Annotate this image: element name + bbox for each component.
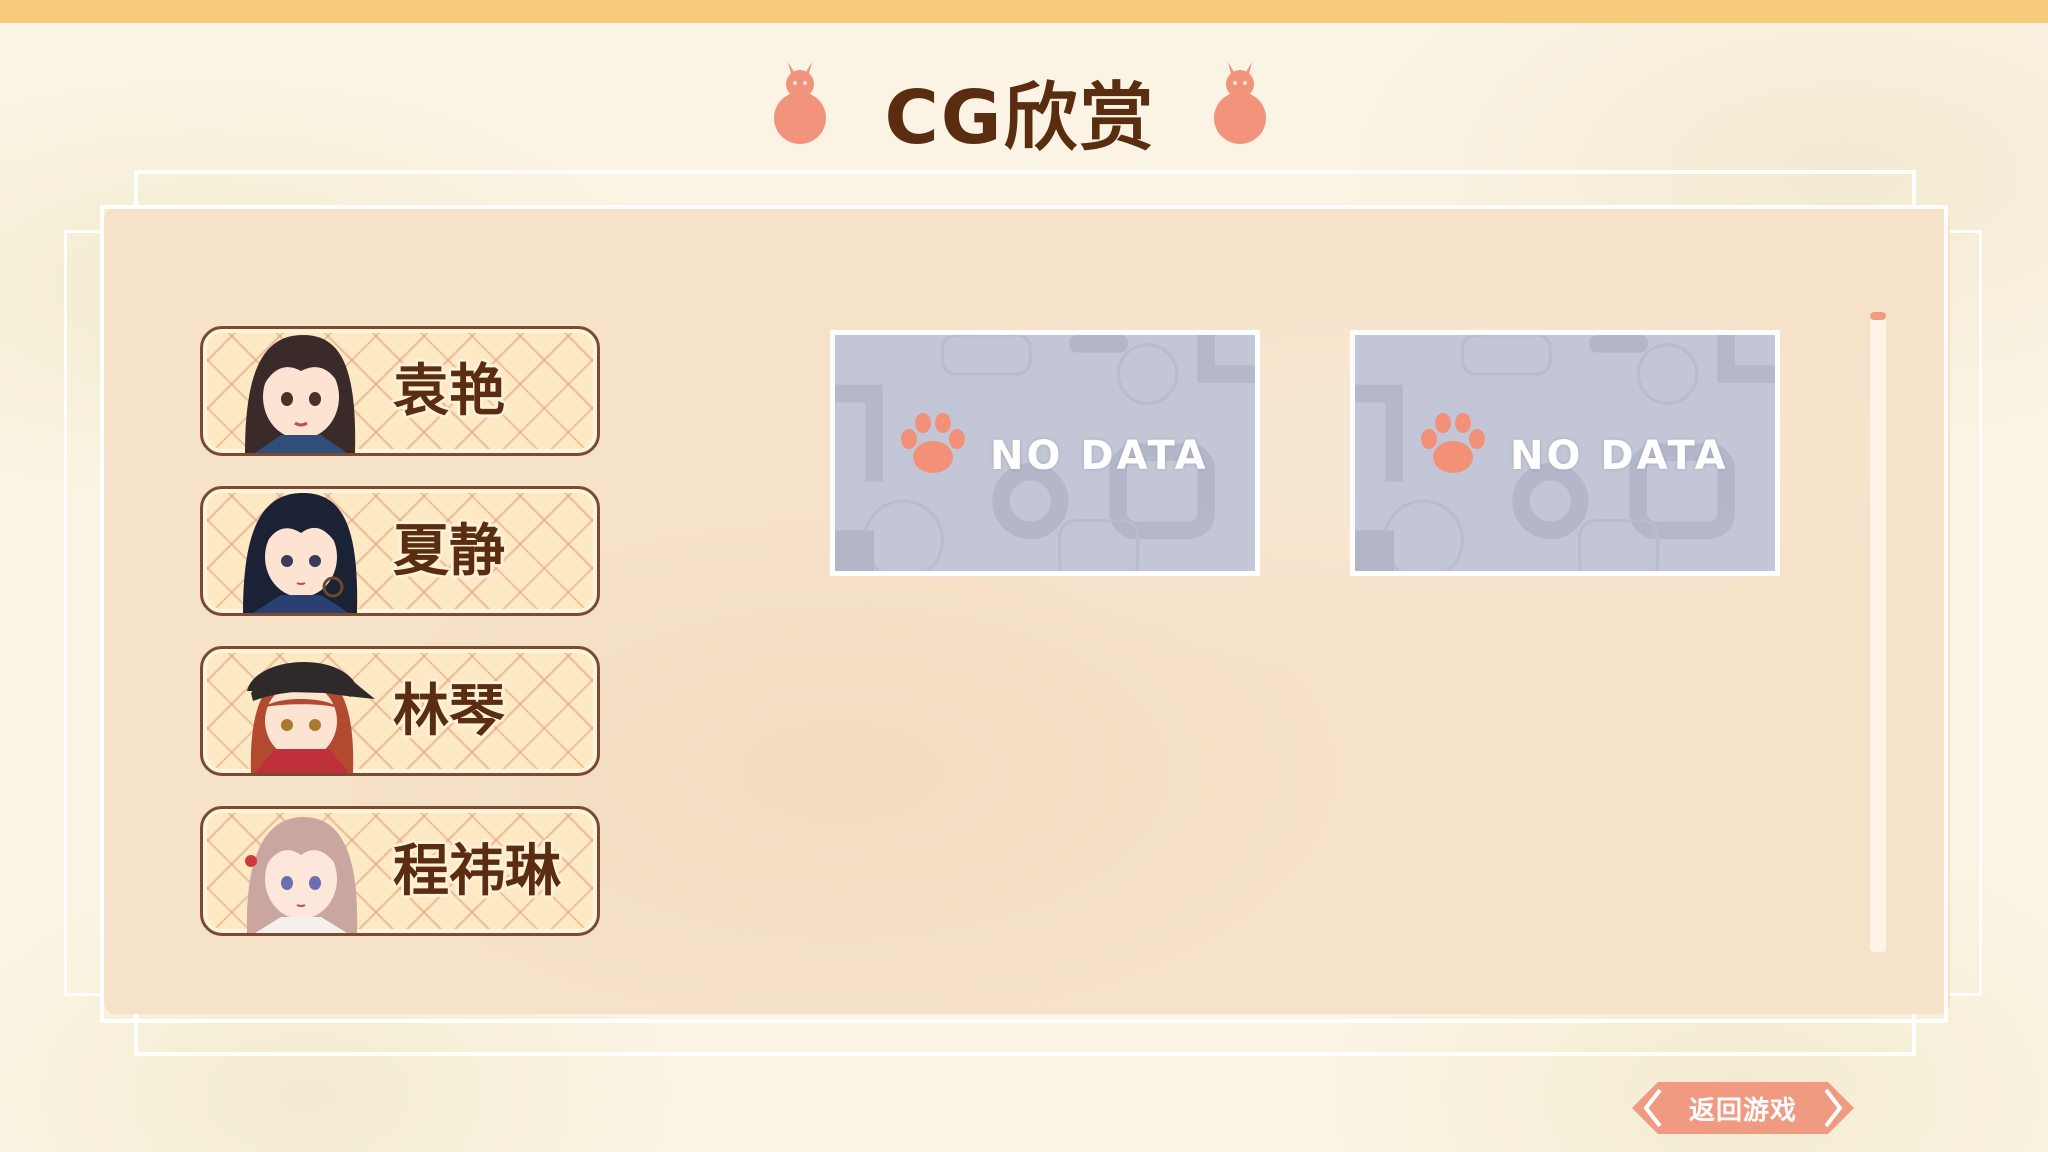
character-portrait-icon: [245, 817, 358, 933]
character-portrait-icon: [243, 493, 358, 613]
cg-slot-label: NO DATA: [990, 433, 1209, 479]
return-to-game-button[interactable]: 返回游戏: [1628, 1078, 1858, 1138]
character-button-xiajing[interactable]: 夏静: [200, 486, 600, 616]
character-name: 程祎琳: [393, 839, 561, 904]
character-name: 袁艳: [393, 359, 505, 424]
paw-icon: [901, 413, 965, 473]
scrollbar-thumb[interactable]: [1870, 312, 1886, 320]
scrollbar-track[interactable]: [1870, 312, 1886, 952]
cg-slot-label: NO DATA: [1510, 433, 1729, 479]
character-button-chengyilin[interactable]: 程祎琳: [200, 806, 600, 936]
cg-slot[interactable]: NO DATA: [830, 330, 1260, 576]
cg-slot[interactable]: NO DATA: [1350, 330, 1780, 576]
title-area: CG欣赏: [770, 48, 1270, 161]
cat-ornament-right-icon: [1214, 62, 1266, 144]
character-portrait-icon: [245, 335, 356, 453]
character-name: 林琴: [393, 679, 505, 744]
page-title: CG欣赏: [884, 75, 1156, 161]
character-portrait-icon: [247, 661, 375, 773]
paw-icon: [1421, 413, 1485, 473]
character-button-yuanyan[interactable]: 袁艳: [200, 326, 600, 456]
character-name: 夏静: [393, 519, 505, 584]
return-button-label: 返回游戏: [1688, 1096, 1797, 1126]
character-button-linqin[interactable]: 林琴: [200, 646, 600, 776]
top-strip: [0, 0, 2048, 23]
